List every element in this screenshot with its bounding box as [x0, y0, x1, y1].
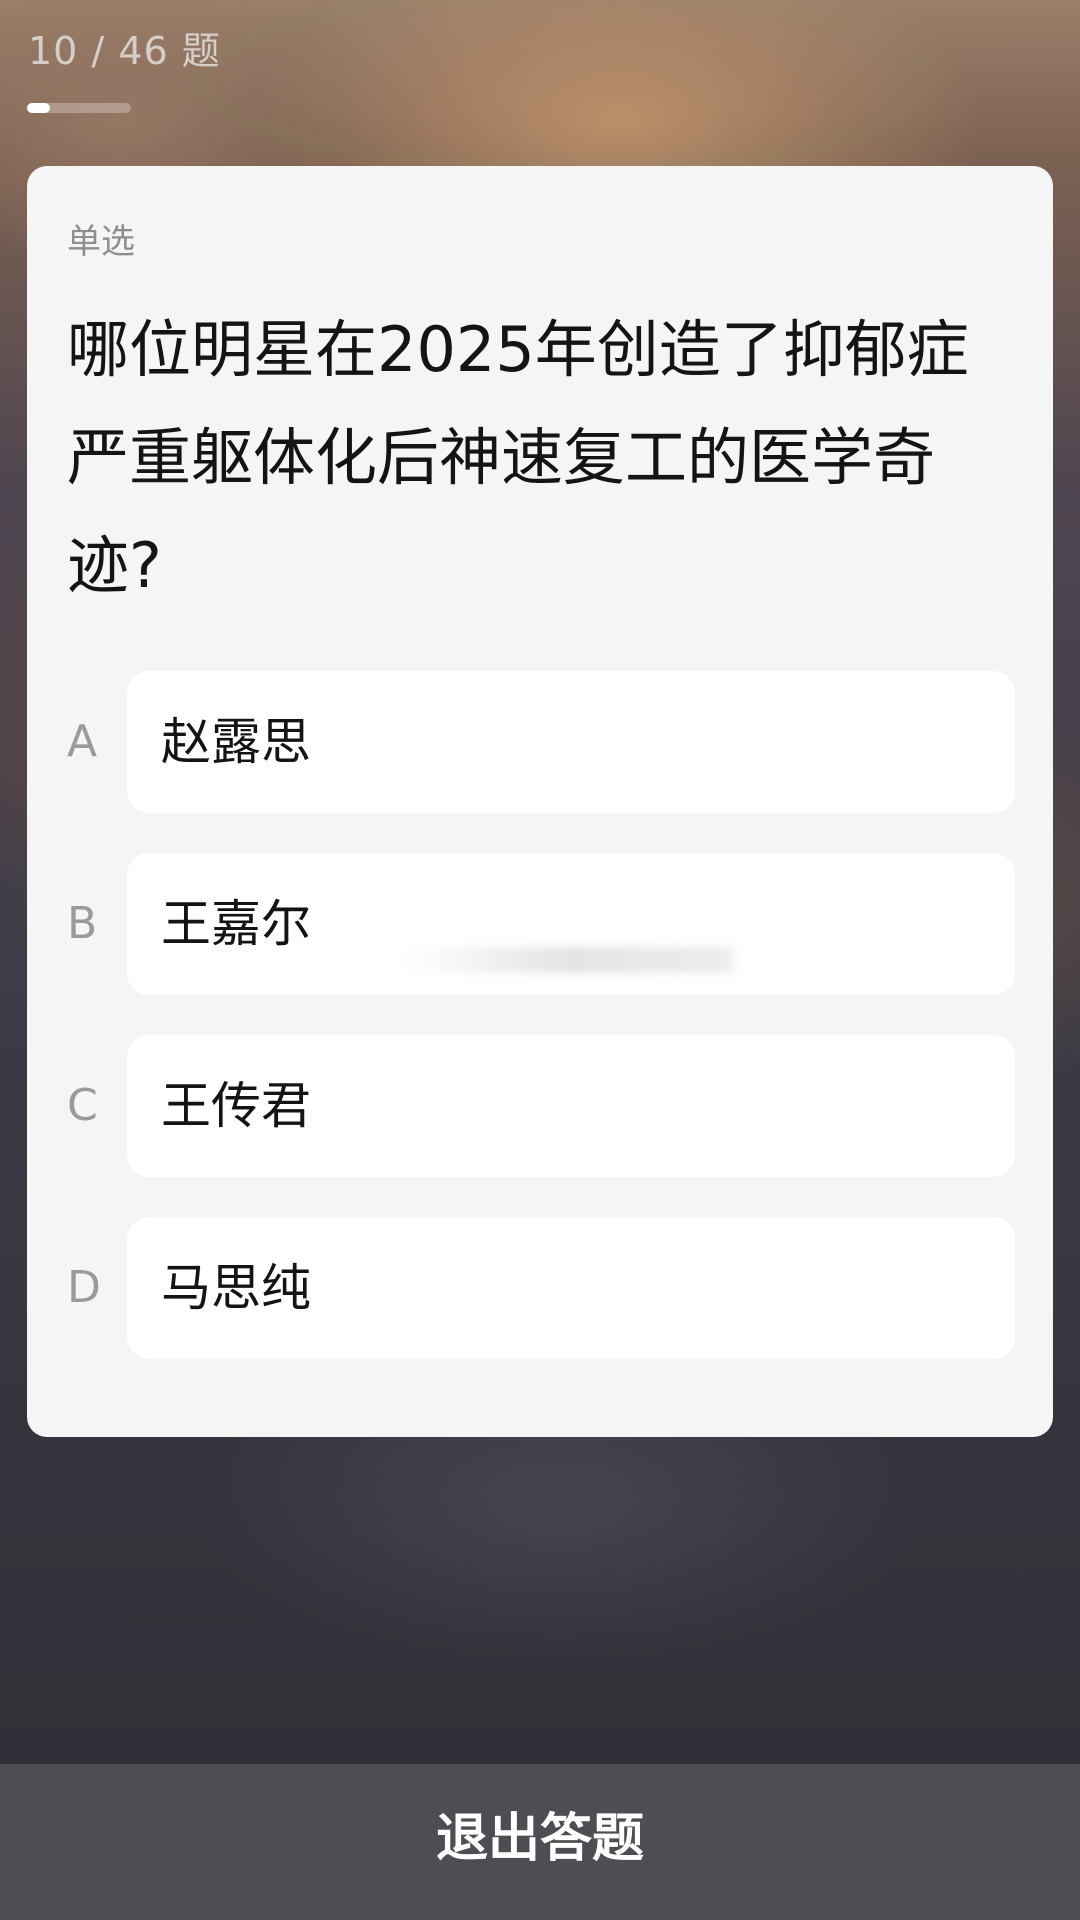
option-letter: A	[67, 716, 98, 767]
option-d[interactable]: D 马思纯	[27, 1217, 1053, 1359]
option-letter: D	[67, 1262, 101, 1313]
exit-quiz-button[interactable]: 退出答题	[0, 1764, 1080, 1920]
option-label: 王嘉尔	[161, 895, 311, 953]
question-type-label: 单选	[67, 222, 135, 262]
option-letter: C	[67, 1080, 98, 1131]
progress-counter: 10 / 46 题	[28, 29, 221, 73]
option-b-button[interactable]: 王嘉尔	[127, 853, 1015, 995]
image-artifact	[403, 947, 733, 973]
option-b[interactable]: B 王嘉尔	[27, 853, 1053, 995]
option-label: 王传君	[161, 1077, 311, 1135]
question-card: 单选 哪位明星在2025年创造了抑郁症严重躯体化后神速复工的医学奇迹? A 赵露…	[27, 166, 1053, 1437]
option-c[interactable]: C 王传君	[27, 1035, 1053, 1177]
option-a[interactable]: A 赵露思	[27, 671, 1053, 813]
quiz-screen: 10 / 46 题 单选 哪位明星在2025年创造了抑郁症严重躯体化后神速复工的…	[0, 0, 1080, 1920]
option-d-button[interactable]: 马思纯	[127, 1217, 1015, 1359]
option-a-button[interactable]: 赵露思	[127, 671, 1015, 813]
question-text: 哪位明星在2025年创造了抑郁症严重躯体化后神速复工的医学奇迹?	[67, 313, 969, 602]
progress-bar-fill	[27, 103, 50, 113]
option-label: 赵露思	[161, 713, 311, 771]
option-letter: B	[67, 898, 98, 949]
option-c-button[interactable]: 王传君	[127, 1035, 1015, 1177]
option-label: 马思纯	[161, 1259, 311, 1317]
progress-bar	[27, 103, 131, 113]
exit-quiz-label: 退出答题	[435, 1809, 644, 1869]
